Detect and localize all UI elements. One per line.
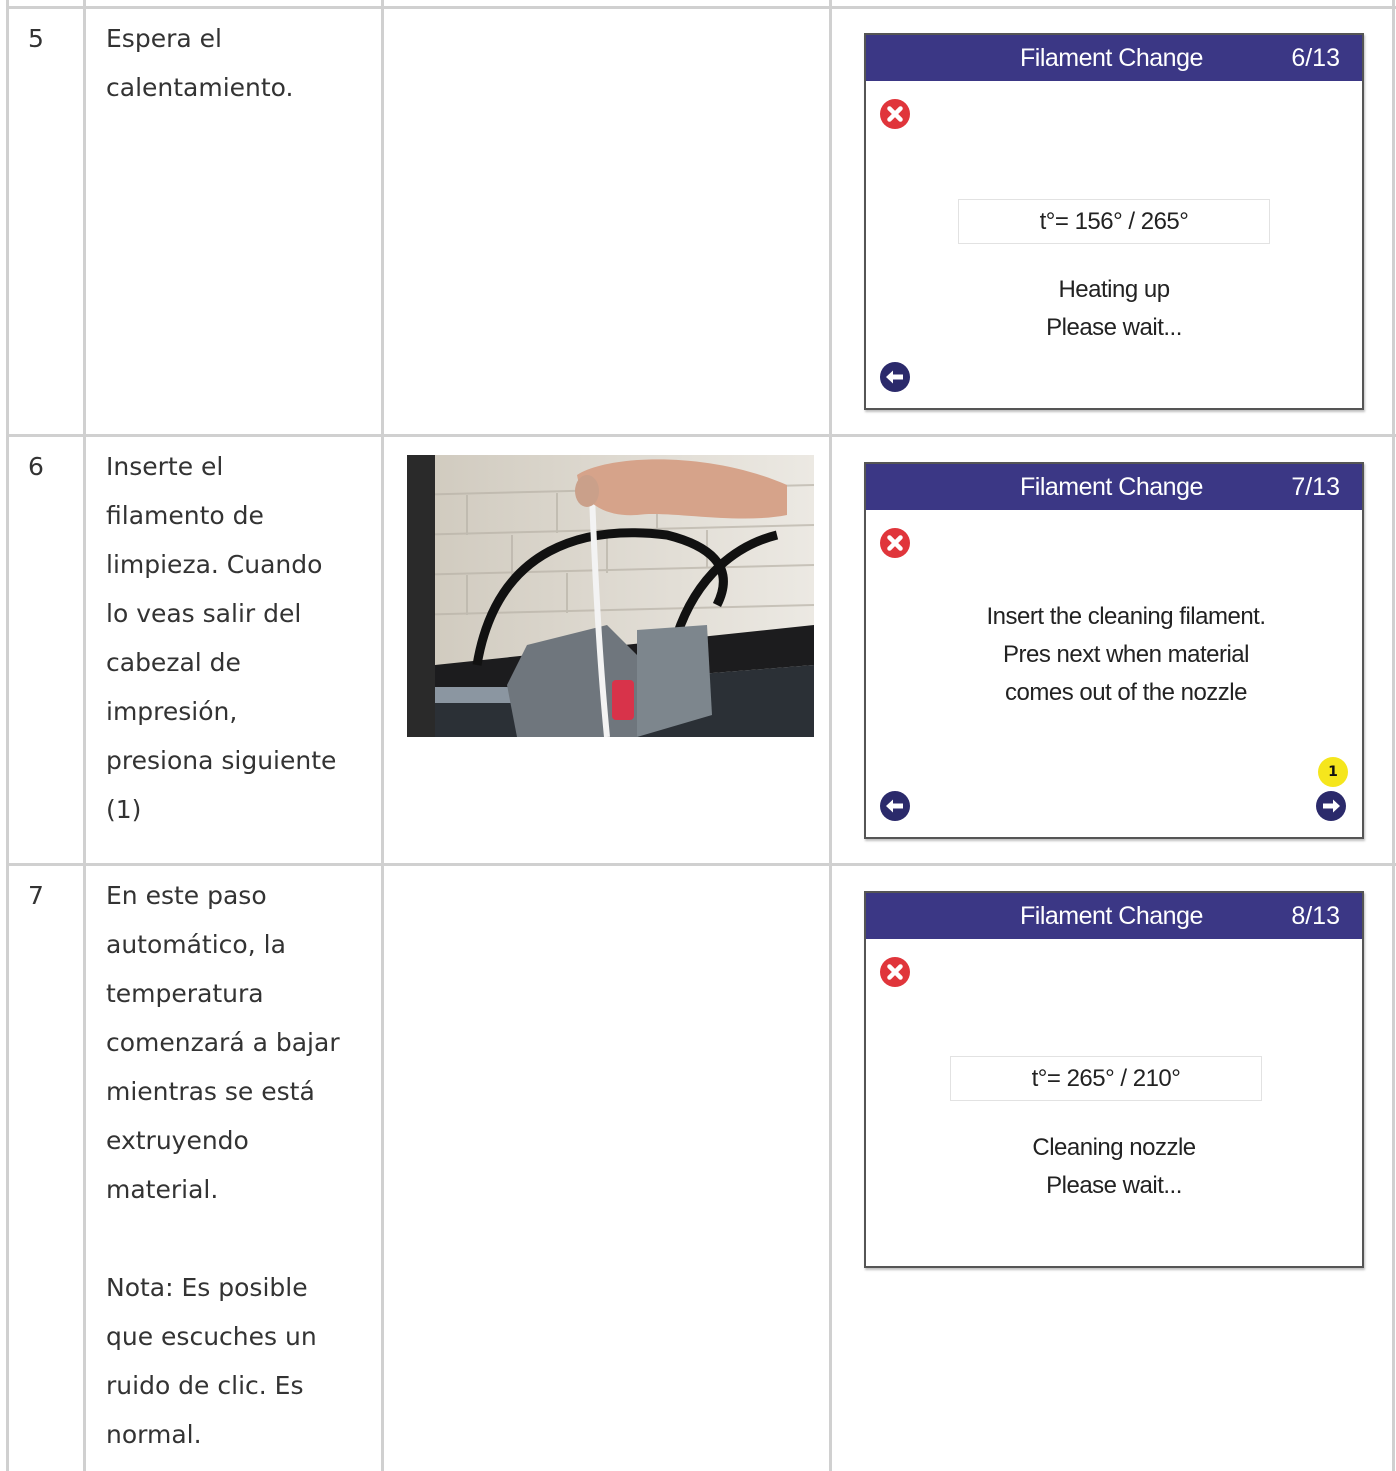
- row-divider-2: [7, 863, 1396, 866]
- next-arrow-icon[interactable]: [1316, 791, 1346, 821]
- table-border-right: [1392, 0, 1395, 1471]
- back-arrow-icon[interactable]: [880, 791, 910, 821]
- printer-photo: [407, 455, 814, 737]
- step-description: En este paso automático, la temperatura …: [106, 881, 340, 1449]
- filament-insertion-image: [407, 455, 814, 737]
- close-icon[interactable]: [880, 957, 910, 987]
- step-description: Espera el calentamiento.: [106, 24, 294, 102]
- screen-title: Filament Change: [1020, 44, 1203, 72]
- step-callout-badge: 1: [1318, 757, 1348, 787]
- screen-page-counter: 8/13: [1291, 902, 1340, 930]
- screen-title: Filament Change: [1020, 473, 1203, 501]
- table-border-top: [7, 6, 1396, 9]
- screen-page-counter: 7/13: [1291, 473, 1340, 501]
- instruction-message: Insert the cleaning filament. Pres next …: [986, 603, 1267, 706]
- close-icon[interactable]: [880, 528, 910, 558]
- close-icon[interactable]: [880, 99, 910, 129]
- table-divider-1: [83, 0, 86, 1471]
- screen-page-counter: 6/13: [1291, 44, 1340, 72]
- temperature-readout: t°= 265° / 210°: [950, 1056, 1262, 1101]
- screen-header: Filament Change 6/13: [866, 35, 1362, 81]
- temperature-readout: t°= 156° / 265°: [958, 199, 1270, 244]
- table-border-left: [6, 0, 9, 1471]
- printer-screen: Filament Change 6/13 t°= 156° / 265° Hea…: [864, 33, 1364, 410]
- step-number: 6: [28, 452, 44, 481]
- table-divider-2: [381, 0, 384, 1471]
- screen-header: Filament Change 7/13: [866, 464, 1362, 510]
- printer-screen: Filament Change 8/13 t°= 265° / 210° Cle…: [864, 891, 1364, 1268]
- step-description: Inserte el filamento de limpieza. Cuando…: [106, 452, 337, 824]
- screen-title: Filament Change: [1020, 902, 1203, 930]
- step-number: 7: [28, 881, 44, 910]
- status-message: Heating up Please wait...: [1046, 276, 1182, 341]
- back-arrow-icon[interactable]: [880, 362, 910, 392]
- table-divider-3: [829, 0, 832, 1471]
- row-divider-1: [7, 434, 1396, 437]
- printer-screen: Filament Change 7/13 Insert the cleaning…: [864, 462, 1364, 839]
- step-number: 5: [28, 24, 44, 53]
- status-message: Cleaning nozzle Please wait...: [1032, 1134, 1196, 1199]
- screen-header: Filament Change 8/13: [866, 893, 1362, 939]
